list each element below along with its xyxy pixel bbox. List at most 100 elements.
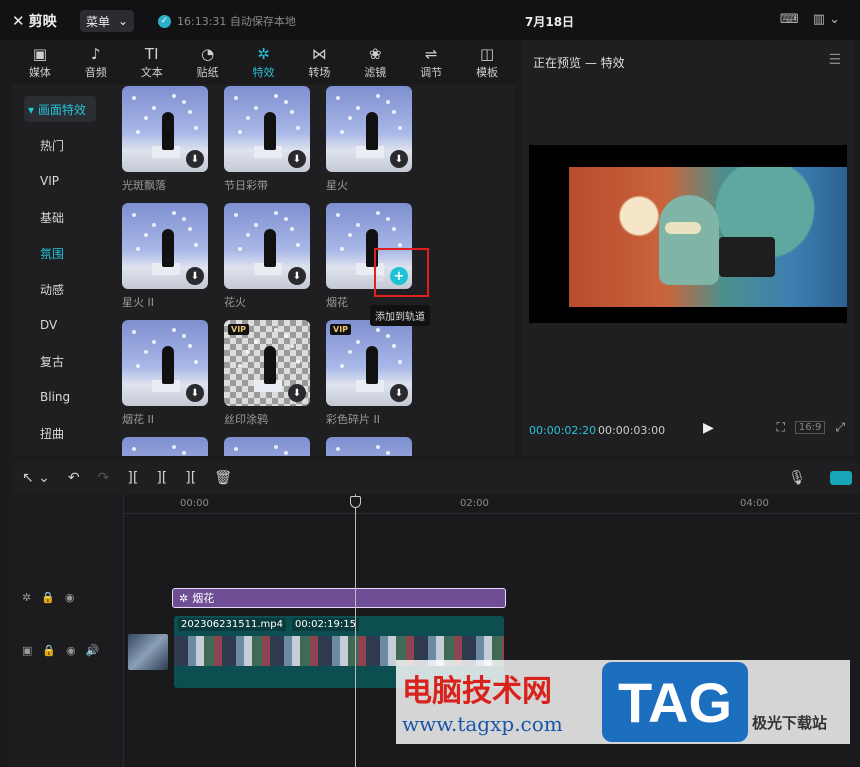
category-label: 文本 [140, 66, 163, 79]
tab-category[interactable]: ◔ 贴纸 [180, 40, 236, 84]
category-label: 贴纸 [196, 66, 219, 79]
effect-card[interactable]: ⬇ 花火 [224, 203, 311, 310]
lock-icon[interactable]: 🔒 [42, 644, 56, 657]
effect-thumbnail[interactable]: VIP ⬇ [326, 320, 412, 406]
subcategory-item[interactable]: 基础 [24, 204, 96, 230]
subcategory-item[interactable]: ▾ 画面特效 [24, 96, 96, 122]
play-button[interactable]: ▶ [703, 420, 714, 436]
sparkle-decoration [340, 130, 344, 134]
effect-card[interactable] [326, 437, 413, 456]
effect-card[interactable]: ⬇ 星火 [326, 86, 413, 193]
eye-icon[interactable]: ◉ [66, 644, 76, 657]
keyboard-icon[interactable]: ⌨ [780, 12, 799, 27]
download-icon[interactable]: ⬇ [186, 384, 204, 402]
effect-card[interactable] [122, 437, 209, 456]
clip-filename: 202306231511.mp4 [178, 618, 286, 631]
effect-card[interactable]: ⬇ 节日彩带 [224, 86, 311, 193]
subcategory-item[interactable]: DV [24, 312, 96, 338]
effects-panel: ▣ 媒体 ♪ 音频 TI 文本 ◔ 贴纸 ✲ 特效 ⋈ 转场 ❀ 滤镜 ⇌ 调节 ◫ 模板 ▾ 画面特效 热门 VIP… [12, 40, 515, 456]
sparkle-decoration [172, 445, 176, 449]
fullscreen-icon[interactable]: ⤢ [835, 420, 845, 435]
tab-category[interactable]: ♪ 音频 [68, 40, 124, 84]
time-ruler[interactable]: 00:00 02:00 04:00 [124, 494, 860, 514]
sparkle-decoration [136, 364, 140, 368]
effect-thumbnail[interactable]: ⬇ [224, 203, 310, 289]
watermark: 电脑技术网 www.tagxp.com TAG 极光下载站 [396, 660, 850, 744]
cover-thumbnail[interactable] [128, 634, 168, 670]
top-icons: ⌨ ▥ ⌄ [780, 12, 840, 27]
download-icon[interactable]: ⬇ [186, 267, 204, 285]
speaker-icon[interactable]: 🔊 [86, 644, 100, 657]
subcategory-item[interactable]: 复古 [24, 348, 96, 374]
subcategory-item[interactable]: VIP [24, 168, 96, 194]
split-left-icon[interactable]: ][ [156, 470, 167, 486]
eye-icon[interactable]: ◉ [65, 591, 75, 604]
subcategory-item[interactable]: 热门 [24, 132, 96, 158]
track-headers: ✲ 🔒 ◉ ▣ 🔒 ◉ 🔊 [12, 494, 124, 767]
category-icon: ◔ [201, 45, 215, 63]
sparkle-decoration [392, 344, 396, 348]
download-icon[interactable]: ⬇ [288, 267, 306, 285]
hamburger-menu-icon[interactable]: ☰ [828, 52, 841, 68]
aspect-ratio-button[interactable]: 16:9 [794, 421, 826, 434]
subcategory-item[interactable]: Bling [24, 384, 96, 410]
effect-thumbnail[interactable]: ⬇ [326, 86, 412, 172]
download-icon[interactable]: ⬇ [186, 150, 204, 168]
effect-thumbnail[interactable]: ⬇ [122, 86, 208, 172]
tab-category[interactable]: ❀ 滤镜 [347, 40, 403, 84]
download-icon[interactable]: ⬇ [288, 150, 306, 168]
subcategory-item[interactable]: 动感 [24, 276, 96, 302]
effect-thumbnail[interactable]: ⬇ [122, 320, 208, 406]
preview-video[interactable] [529, 145, 847, 323]
effect-thumbnail[interactable] [326, 437, 412, 456]
tab-category[interactable]: ▣ 媒体 [12, 40, 68, 84]
effect-card[interactable]: ⬇ 光斑飘落 [122, 86, 209, 193]
effect-card[interactable]: ⬇ 烟花 II [122, 320, 209, 427]
effect-clip[interactable]: ✲ 烟花 [172, 588, 506, 608]
effect-thumbnail[interactable] [122, 437, 208, 456]
sparkle-decoration [398, 360, 402, 364]
tab-category[interactable]: TI 文本 [124, 40, 180, 84]
subcategory-item[interactable]: 扭曲 [24, 420, 96, 446]
microphone-icon[interactable]: 🎙 [788, 470, 806, 486]
split-icon[interactable]: ][ [127, 470, 138, 486]
playhead-handle[interactable] [350, 496, 361, 508]
split-right-icon[interactable]: ][ [185, 470, 196, 486]
download-icon[interactable]: ⬇ [288, 384, 306, 402]
sparkle-decoration [132, 447, 136, 451]
menu-button[interactable]: 菜单 ⌄ [80, 10, 134, 32]
focus-icon[interactable]: ⛶ [777, 420, 785, 435]
effect-thumbnail[interactable] [224, 437, 310, 456]
download-icon[interactable]: ⬇ [390, 150, 408, 168]
lock-icon[interactable]: 🔒 [41, 591, 55, 604]
redo-icon[interactable]: ↷ [98, 470, 110, 486]
subcategory-item[interactable]: 氛围 [24, 240, 96, 266]
effect-card[interactable]: VIP ⬇ 彩色碎片 II [326, 320, 413, 427]
sparkle-decoration [172, 328, 176, 332]
undo-icon[interactable]: ↶ [68, 470, 80, 486]
effect-card[interactable]: ⬇ 星火 II [122, 203, 209, 310]
download-icon[interactable]: ⬇ [390, 384, 408, 402]
project-title[interactable]: 7月18日 [525, 13, 574, 30]
tab-category[interactable]: ⋈ 转场 [291, 40, 347, 84]
sparkle-decoration [284, 217, 288, 221]
effect-clip-label: 烟花 [192, 592, 215, 605]
select-pointer-icon[interactable]: ↖ ⌄ [22, 470, 50, 486]
effect-thumbnail[interactable]: ⬇ [122, 203, 208, 289]
tab-category[interactable]: ✲ 特效 [236, 40, 292, 84]
tab-category[interactable]: ⇌ 调节 [403, 40, 459, 84]
category-label: 特效 [252, 66, 275, 79]
sparkle-decoration [284, 451, 288, 455]
effect-thumbnail[interactable]: VIP ⬇ [224, 320, 310, 406]
sparkle-decoration [188, 110, 192, 114]
delete-icon[interactable]: 🗑 [214, 470, 232, 486]
effect-thumbnail[interactable]: ⬇ [224, 86, 310, 172]
playhead[interactable] [355, 494, 356, 767]
layout-icon[interactable]: ▥ ⌄ [813, 12, 840, 27]
sparkle-decoration [238, 247, 242, 251]
tab-category[interactable]: ◫ 模板 [459, 40, 515, 84]
vip-badge: VIP [330, 324, 352, 335]
effect-card[interactable]: VIP ⬇ 丝印涂鸦 [224, 320, 311, 427]
effect-card[interactable] [224, 437, 311, 456]
link-toggle[interactable] [830, 471, 852, 485]
